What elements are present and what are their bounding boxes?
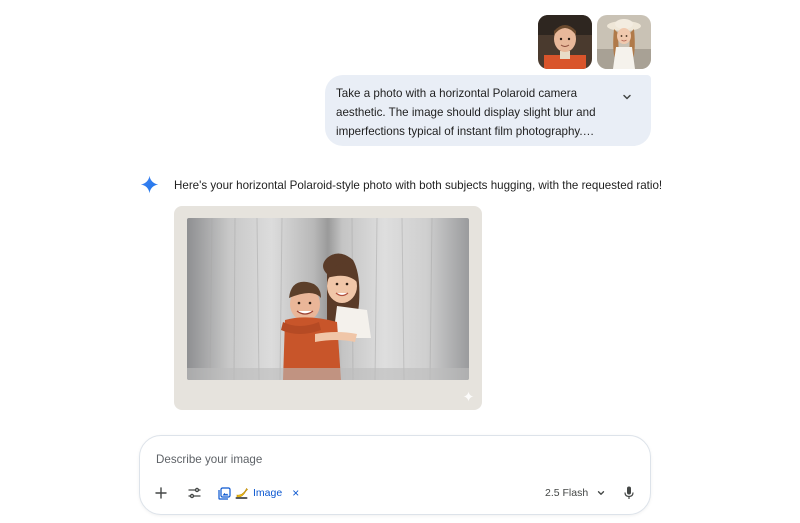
expand-message-button[interactable] [619, 89, 635, 105]
model-label: 2.5 Flash [545, 487, 589, 499]
user-message-bubble: Take a photo with a horizontal Polaroid … [325, 75, 651, 146]
chevron-down-icon [623, 94, 631, 100]
image-gallery-icon [218, 486, 231, 500]
microphone-button[interactable] [622, 482, 636, 504]
response-text: Here's your horizontal Polaroid-style ph… [174, 179, 663, 192]
generated-polaroid-photo [187, 218, 469, 380]
tune-icon [187, 487, 201, 499]
tools-button[interactable] [185, 483, 203, 503]
boy-photo-image [538, 15, 592, 69]
gemini-spark-icon [140, 175, 159, 194]
attachment-thumbnail-boy[interactable] [538, 15, 592, 69]
image-chip-label: Image [253, 487, 283, 499]
chat-page: Take a photo with a horizontal Polaroid … [0, 0, 800, 523]
plus-icon [155, 487, 167, 499]
model-selector[interactable]: 2.5 Flash [545, 483, 606, 503]
prompt-input[interactable] [156, 448, 626, 470]
spark-watermark-icon [463, 391, 474, 402]
chevron-down-icon [598, 491, 605, 495]
image-tool-chip[interactable]: Image × [218, 483, 299, 503]
microphone-icon [624, 486, 634, 499]
girl-photo-image [597, 15, 651, 69]
add-attachment-button[interactable] [152, 483, 170, 503]
user-message-text: Take a photo with a horizontal Polaroid … [336, 87, 596, 138]
attachment-thumbnail-girl[interactable] [597, 15, 651, 69]
image-chip-close-button[interactable]: × [292, 487, 299, 499]
generated-image-card[interactable] [174, 206, 482, 410]
prompt-composer: Image × 2.5 Flash [139, 435, 651, 515]
banana-icon [235, 487, 248, 499]
